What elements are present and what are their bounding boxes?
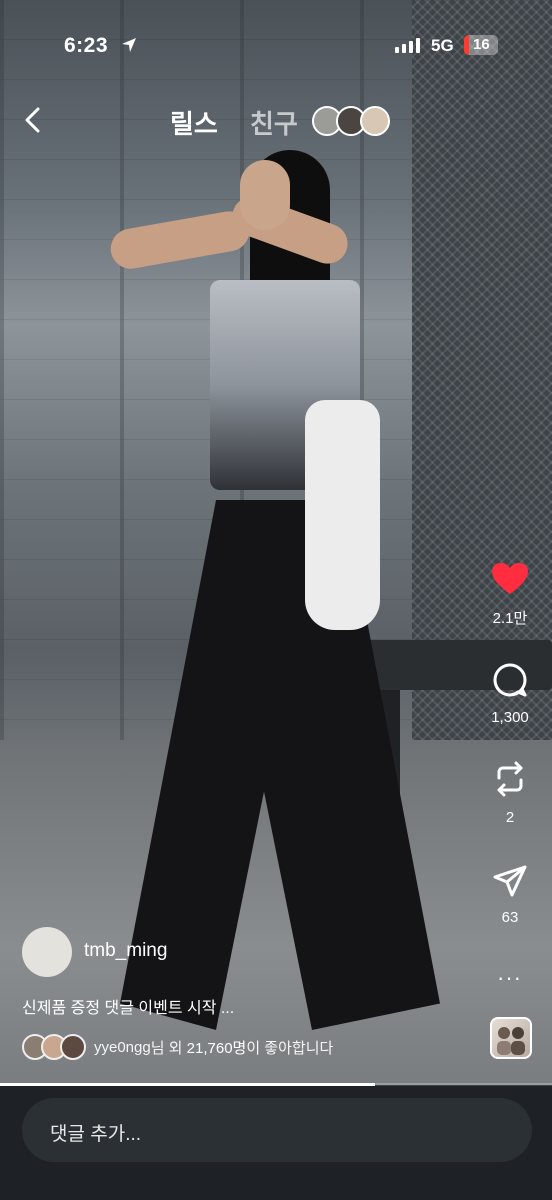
liked-by-user: yye0ngg xyxy=(94,1038,151,1056)
friend-avatars[interactable] xyxy=(312,106,390,136)
comment-count: 1,300 xyxy=(491,709,529,726)
wide-pants xyxy=(120,500,440,1030)
author-avatar[interactable] xyxy=(22,927,72,977)
liked-by-avatars xyxy=(22,1034,86,1060)
share-count: 63 xyxy=(501,909,519,926)
network-type: 5G xyxy=(431,36,454,55)
tab-friends[interactable]: 친구 xyxy=(250,104,298,141)
left-arm xyxy=(107,208,253,272)
liked-by-suffix: 이 좋아합니다 xyxy=(246,1039,334,1057)
audio-thumbnail[interactable] xyxy=(490,1017,532,1059)
dancer-figure xyxy=(100,140,440,1040)
share-button[interactable]: 63 xyxy=(478,864,542,926)
white-bag xyxy=(305,400,380,630)
like-button[interactable]: 2.1만 xyxy=(478,562,542,628)
location-arrow-icon xyxy=(122,38,136,52)
avatar xyxy=(60,1034,86,1060)
audio-artwork-icon xyxy=(497,1027,525,1055)
repost-count: 2 xyxy=(505,809,515,826)
battery-icon: 16 xyxy=(464,35,498,55)
repost-button[interactable]: 2 xyxy=(478,760,542,826)
tab-reels[interactable]: 릴스 xyxy=(170,104,218,141)
heart-icon xyxy=(492,563,528,594)
liked-by-count: 21,760명 xyxy=(186,1039,247,1057)
comment-button[interactable]: 1,300 xyxy=(478,662,542,726)
author-username[interactable]: tmb_ming xyxy=(84,940,167,962)
comment-bubble-icon xyxy=(493,663,527,697)
face xyxy=(240,160,290,230)
comment-placeholder: 댓글 추가... xyxy=(50,1124,142,1145)
status-bar: 6:23 5G 16 xyxy=(0,0,552,90)
like-count: 2.1만 xyxy=(492,610,528,627)
signal-bars-icon xyxy=(395,38,420,53)
clock: 6:23 xyxy=(64,34,109,57)
repost-icon xyxy=(497,761,523,797)
liked-by-mid: 님 외 xyxy=(150,1039,187,1057)
battery-level: 16 xyxy=(473,36,490,53)
reel-video[interactable] xyxy=(0,0,552,1085)
liked-by-row[interactable]: yye0ngg 님 외 21,760명 이 좋아합니다 xyxy=(22,1034,333,1060)
avatar xyxy=(360,106,390,136)
back-chevron-icon[interactable] xyxy=(18,103,48,137)
more-options-button[interactable]: ··· xyxy=(497,965,522,991)
caption-text[interactable]: 신제품 증정 댓글 이벤트 시작 ... xyxy=(22,994,234,1018)
paper-plane-icon xyxy=(493,865,527,897)
